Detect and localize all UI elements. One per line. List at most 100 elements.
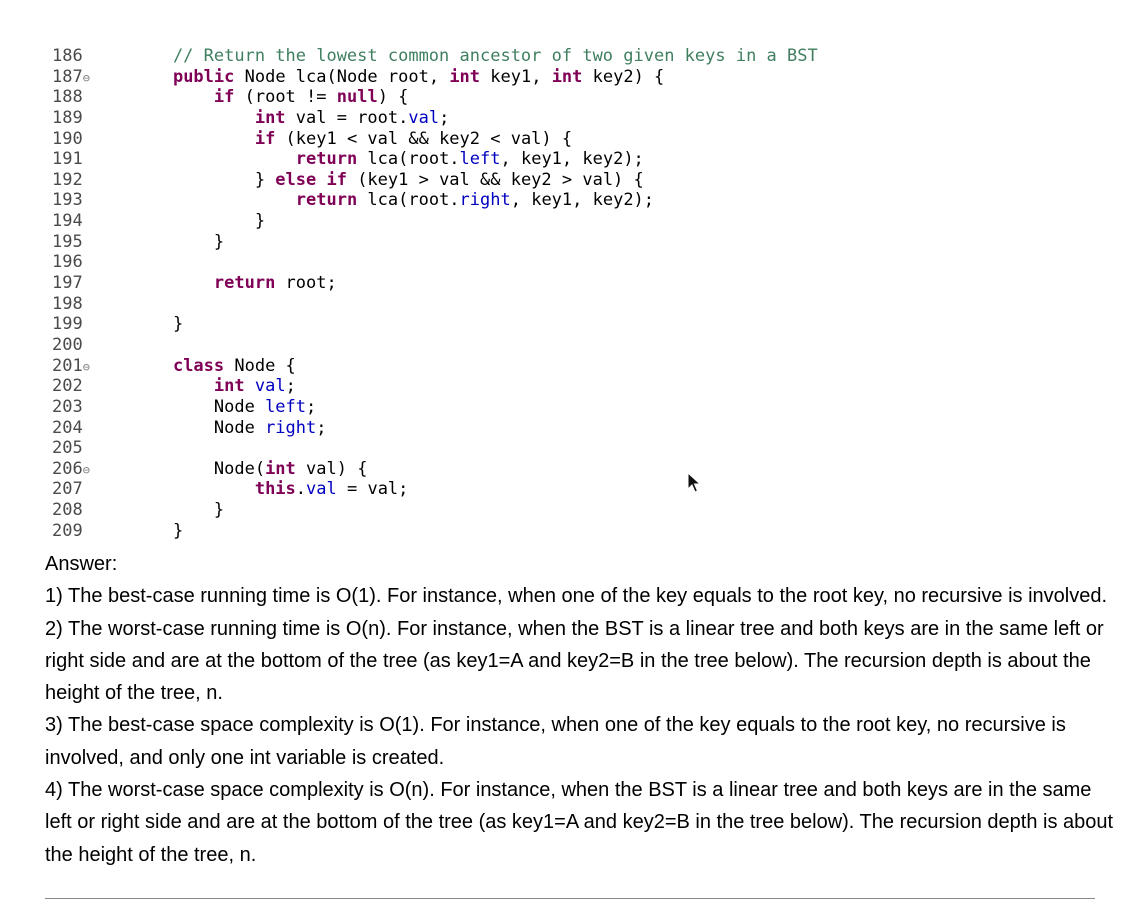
line-number-text: 198: [52, 293, 83, 314]
code-token: lca(root.: [357, 190, 460, 211]
line-number: 193: [52, 190, 132, 211]
code-text: }: [132, 314, 183, 335]
mouse-pointer-icon: [687, 472, 701, 493]
code-token: return: [295, 190, 358, 211]
code-token: root;: [275, 273, 337, 294]
fold-collapse-icon[interactable]: ⊖: [83, 463, 90, 477]
code-line: 193 return lca(root.right, key1, key2);: [52, 190, 818, 211]
code-token: int: [265, 458, 296, 479]
line-number: 199: [52, 314, 132, 335]
code-token: int: [449, 66, 481, 87]
code-token: ;: [439, 107, 450, 128]
line-number: 187⊖: [52, 67, 132, 88]
line-number: 202: [52, 376, 132, 397]
code-token: .: [295, 479, 307, 500]
code-token: // Return the lowest common ancestor of …: [132, 46, 818, 66]
code-editor: 186 // Return the lowest common ancestor…: [52, 46, 818, 541]
code-token: = val;: [336, 479, 409, 500]
line-number-text: 207: [52, 479, 83, 500]
code-token: }: [132, 231, 225, 252]
code-token: int: [254, 107, 286, 128]
code-text: }: [132, 211, 265, 232]
line-number-text: 204: [52, 417, 83, 438]
code-token: if: [213, 87, 235, 108]
line-number-text: 195: [52, 231, 83, 252]
code-token: return: [213, 273, 276, 294]
code-line: 199 }: [52, 314, 818, 335]
code-token: left: [459, 149, 501, 170]
code-token: val = root.: [285, 107, 409, 128]
code-text: }: [132, 232, 224, 253]
code-line: 186 // Return the lowest common ancestor…: [52, 46, 818, 67]
code-token: key2) {: [582, 66, 665, 87]
code-text: int val;: [132, 376, 296, 397]
answer-point-3: 3) The best-case space complexity is O(1…: [45, 714, 1066, 769]
line-number: 191: [52, 149, 132, 170]
code-token: left: [265, 396, 307, 417]
line-number-text: 193: [52, 190, 83, 211]
line-number-text: 203: [52, 396, 83, 417]
line-number-text: 194: [52, 211, 83, 232]
code-token: Node(: [132, 458, 266, 479]
code-token: (root !=: [234, 87, 337, 108]
line-number: 188: [52, 87, 132, 108]
bottom-divider: [45, 898, 1095, 899]
line-number-text: 190: [52, 128, 83, 149]
line-number-text: 199: [52, 314, 83, 335]
code-token: ) {: [377, 87, 409, 108]
code-token: , key1, key2);: [500, 149, 644, 170]
line-number-text: 201: [52, 355, 83, 376]
code-text: Node left;: [132, 397, 316, 418]
line-number-text: 200: [52, 334, 83, 355]
line-number: 197: [52, 273, 132, 294]
code-text: class Node {: [132, 356, 296, 377]
line-number: 198: [52, 294, 132, 315]
line-number-text: 197: [52, 273, 83, 294]
code-token: lca(root.: [357, 149, 460, 170]
fold-collapse-icon[interactable]: ⊖: [83, 360, 90, 374]
line-number-text: 202: [52, 376, 83, 397]
code-token: val: [306, 479, 337, 500]
line-number-text: 205: [52, 438, 83, 459]
line-number-text: 187: [52, 66, 83, 87]
code-token: (key1 > val && key2 > val) {: [346, 169, 644, 190]
code-line: 204 Node right;: [52, 418, 818, 439]
code-line: 194 }: [52, 211, 818, 232]
line-number: 194: [52, 211, 132, 232]
line-number: 206⊖: [52, 459, 132, 480]
line-number: 186: [52, 46, 132, 67]
code-token: right: [265, 417, 317, 438]
line-number: 203: [52, 397, 132, 418]
code-token: Node: [132, 396, 266, 417]
code-text: if (key1 < val && key2 < val) {: [132, 129, 572, 150]
code-line: 201⊖ class Node {: [52, 356, 818, 377]
code-text: }: [132, 500, 224, 521]
code-token: key1,: [480, 66, 552, 87]
code-token: int: [551, 66, 583, 87]
code-text: // Return the lowest common ancestor of …: [132, 46, 818, 67]
code-line: 200: [52, 335, 818, 356]
code-text: Node right;: [132, 418, 327, 439]
code-text: return root;: [132, 273, 337, 294]
code-token: ;: [306, 396, 317, 417]
line-number-text: 186: [52, 46, 83, 66]
line-number-text: 206: [52, 458, 83, 479]
code-line: 191 return lca(root.left, key1, key2);: [52, 149, 818, 170]
code-line: 206⊖ Node(int val) {: [52, 459, 818, 480]
code-text: int val = root.val;: [132, 107, 450, 129]
code-token: Node: [132, 417, 266, 438]
code-token: right: [459, 190, 511, 211]
code-line: 190 if (key1 < val && key2 < val) {: [52, 129, 818, 150]
fold-collapse-icon[interactable]: ⊖: [83, 71, 90, 85]
code-line: 208 }: [52, 500, 818, 521]
code-text: Node(int val) {: [132, 458, 368, 480]
line-number: 208: [52, 500, 132, 521]
code-line: 187⊖ public Node lca(Node root, int key1…: [52, 67, 818, 88]
code-token: }: [132, 520, 184, 541]
code-token: , key1, key2);: [510, 190, 655, 211]
